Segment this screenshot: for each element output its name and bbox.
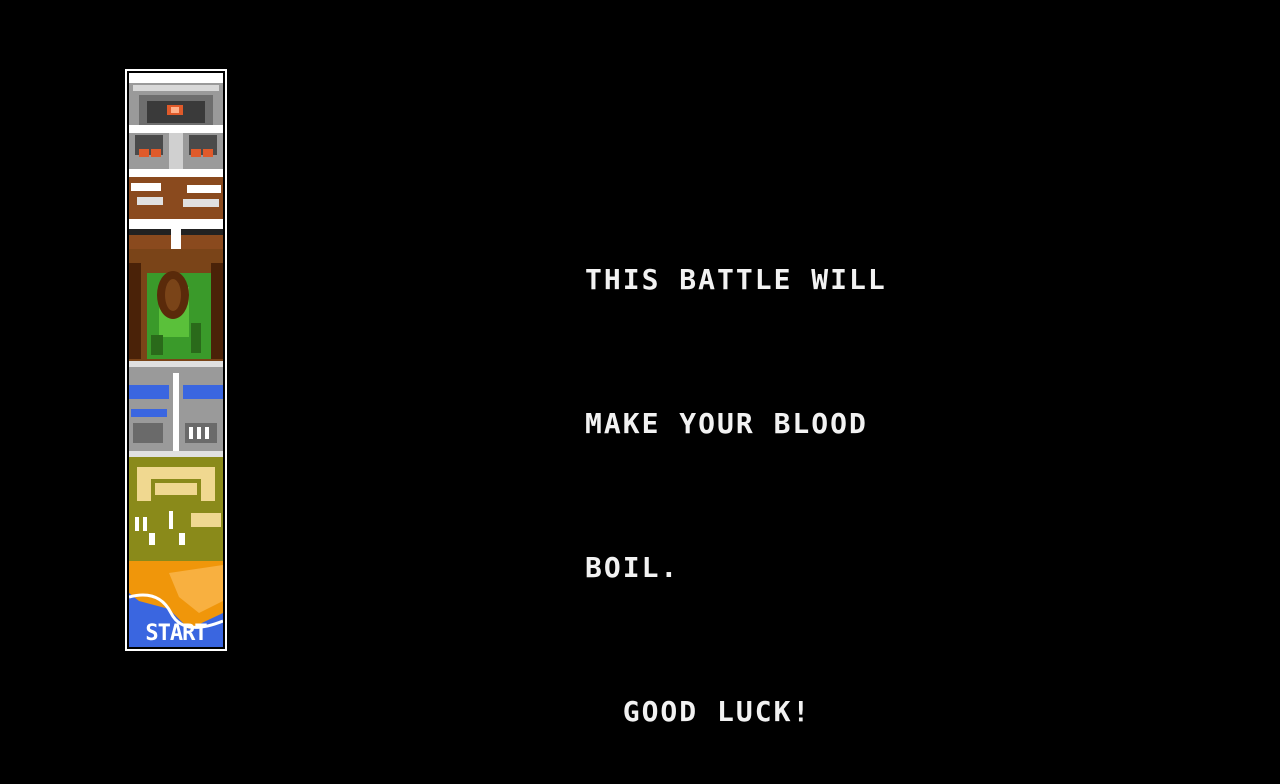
briefing-line-2: MAKE YOUR BLOOD — [585, 407, 868, 440]
stage-map-artwork — [129, 73, 223, 647]
river-base-zone — [129, 361, 223, 457]
briefing-message: THIS BATTLE WILL MAKE YOUR BLOOD BOIL. G… — [585, 160, 1005, 784]
briefing-line-1: THIS BATTLE WILL — [585, 263, 887, 296]
briefing-line-3: BOIL. — [585, 551, 680, 584]
jungle-cave-zone — [129, 249, 223, 361]
start-label: START — [145, 621, 207, 646]
desert-ruins-zone — [129, 457, 223, 553]
bridge-ruins-zone — [129, 177, 223, 253]
fortress-zone — [129, 73, 223, 177]
stage-map: START — [125, 69, 227, 651]
briefing-line-4: GOOD LUCK! — [585, 695, 812, 728]
